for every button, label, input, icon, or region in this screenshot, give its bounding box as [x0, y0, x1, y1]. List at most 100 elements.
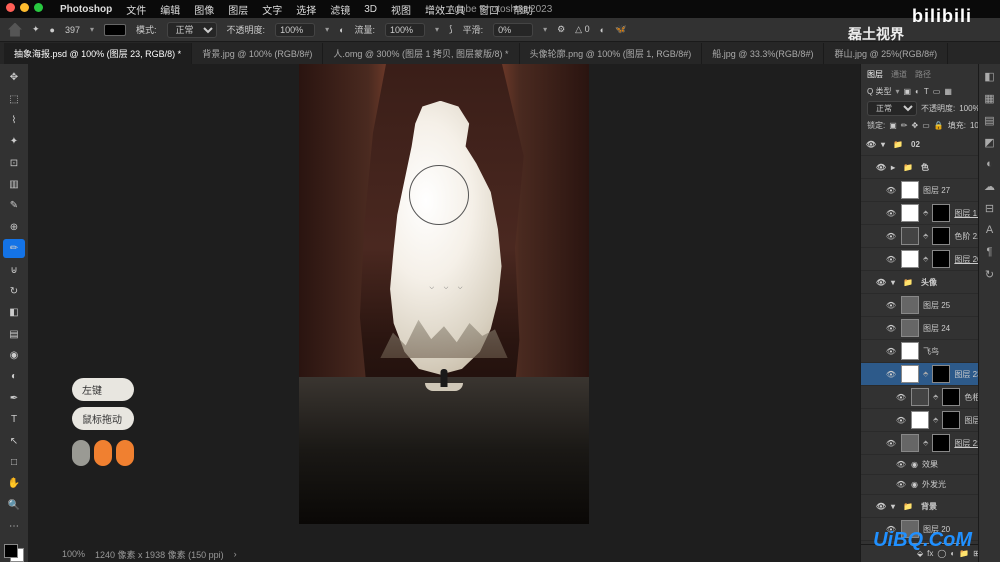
- layer-name[interactable]: 图层 24: [923, 323, 950, 334]
- menu-image[interactable]: 图像: [194, 2, 214, 17]
- layer-thumb[interactable]: [901, 250, 919, 268]
- visibility-toggle[interactable]: 👁: [865, 140, 877, 149]
- link-icon[interactable]: ⬘: [933, 393, 938, 401]
- tab-channels[interactable]: 通道: [891, 69, 907, 80]
- layer-thumb[interactable]: [901, 342, 919, 360]
- link-icon[interactable]: ⬘: [933, 416, 938, 424]
- menu-layer[interactable]: 图层: [228, 2, 248, 17]
- menu-select[interactable]: 选择: [296, 2, 316, 17]
- chevron-down-icon[interactable]: ▾: [543, 25, 547, 34]
- shape-tool[interactable]: □: [3, 453, 25, 472]
- visibility-toggle[interactable]: 👁: [875, 163, 887, 172]
- history-brush-tool[interactable]: ↻: [3, 282, 25, 301]
- character-panel-icon[interactable]: A: [982, 222, 998, 238]
- tab-layers[interactable]: 图层: [867, 69, 883, 80]
- visibility-toggle[interactable]: 👁: [885, 301, 897, 310]
- visibility-toggle[interactable]: 👁: [885, 324, 897, 333]
- brush-size[interactable]: 397: [65, 25, 80, 35]
- path-tool[interactable]: ↖: [3, 431, 25, 450]
- menu-3d[interactable]: 3D: [364, 4, 377, 15]
- edit-toolbar[interactable]: ⋯: [3, 517, 25, 536]
- layer-name[interactable]: 头像: [921, 277, 937, 288]
- hand-tool[interactable]: ✋: [3, 474, 25, 493]
- visibility-toggle[interactable]: 👁: [885, 439, 897, 448]
- visibility-toggle[interactable]: 👁: [885, 370, 897, 379]
- disclosure-icon[interactable]: ▾: [891, 502, 895, 511]
- gradients-panel-icon[interactable]: ▤: [982, 112, 998, 128]
- move-tool[interactable]: ✥: [3, 68, 25, 87]
- filter-adj-icon[interactable]: ◐: [915, 87, 920, 96]
- chevron-down-icon[interactable]: ▾: [90, 25, 94, 34]
- layer-thumb[interactable]: [901, 434, 919, 452]
- link-icon[interactable]: ⬘: [923, 209, 928, 217]
- properties-panel-icon[interactable]: ⊟: [982, 200, 998, 216]
- visibility-toggle[interactable]: 👁: [895, 416, 907, 425]
- airbrush-icon[interactable]: ⟆: [449, 24, 453, 35]
- mask-thumb[interactable]: [942, 411, 960, 429]
- mode-select[interactable]: 正常: [167, 22, 217, 38]
- disclosure-icon[interactable]: ▸: [891, 163, 895, 172]
- home-icon[interactable]: [8, 23, 22, 37]
- link-icon[interactable]: ⬘: [923, 370, 928, 378]
- fg-color[interactable]: [4, 544, 18, 558]
- symmetry-icon[interactable]: 🦋: [615, 24, 626, 35]
- frame-tool[interactable]: ▥: [3, 175, 25, 194]
- mask-thumb[interactable]: [932, 204, 950, 222]
- blur-tool[interactable]: ◉: [3, 346, 25, 365]
- layer-name[interactable]: 图层 27: [923, 185, 950, 196]
- window-controls[interactable]: [6, 3, 43, 12]
- opacity-value[interactable]: 100%: [959, 104, 979, 113]
- chevron-right-icon[interactable]: ›: [234, 549, 237, 559]
- type-tool[interactable]: T: [3, 410, 25, 429]
- filter-image-icon[interactable]: ▣: [903, 87, 911, 96]
- lock-paint-icon[interactable]: ✏: [901, 121, 908, 130]
- stamp-tool[interactable]: ⊎: [3, 260, 25, 279]
- dodge-tool[interactable]: ◐: [3, 367, 25, 386]
- pressure-opacity-icon[interactable]: ◐: [339, 25, 344, 35]
- menu-type[interactable]: 文字: [262, 2, 282, 17]
- layer-name[interactable]: 图层 25: [923, 300, 950, 311]
- mask-thumb[interactable]: [932, 227, 950, 245]
- layer-thumb[interactable]: [901, 204, 919, 222]
- paragraph-panel-icon[interactable]: ¶: [982, 244, 998, 260]
- mask-thumb[interactable]: [932, 365, 950, 383]
- layer-thumb[interactable]: [901, 227, 919, 245]
- mask-thumb[interactable]: [932, 250, 950, 268]
- smooth-input[interactable]: [493, 23, 533, 37]
- minimize-dot[interactable]: [20, 3, 29, 12]
- menu-file[interactable]: 文件: [126, 2, 146, 17]
- layer-thumb[interactable]: [901, 365, 919, 383]
- layer-name[interactable]: 背景: [921, 501, 937, 512]
- tab-3[interactable]: 头像轮廓.png @ 100% (图层 1, RGB/8#): [520, 43, 703, 64]
- flow-input[interactable]: [385, 23, 425, 37]
- tab-0[interactable]: 抽象海报.psd @ 100% (图层 23, RGB/8) *: [4, 43, 192, 64]
- brush-panel-icon[interactable]: [104, 24, 126, 36]
- brush-preview[interactable]: ●: [50, 25, 55, 35]
- maximize-dot[interactable]: [34, 3, 43, 12]
- eraser-tool[interactable]: ◧: [3, 303, 25, 322]
- menu-view[interactable]: 视图: [391, 2, 411, 17]
- menu-edit[interactable]: 编辑: [160, 2, 180, 17]
- adjustments-panel-icon[interactable]: ◐: [982, 156, 998, 172]
- chevron-down-icon[interactable]: ▾: [895, 87, 899, 96]
- filter-smart-icon[interactable]: ▦: [944, 87, 952, 96]
- disclosure-icon[interactable]: ▾: [891, 278, 895, 287]
- brush-tool[interactable]: ✏: [3, 239, 25, 258]
- layer-thumb[interactable]: [901, 319, 919, 337]
- filter-type-icon[interactable]: T: [924, 87, 929, 96]
- gradient-tool[interactable]: ▤: [3, 325, 25, 344]
- close-dot[interactable]: [6, 3, 15, 12]
- color-swatches[interactable]: [4, 544, 24, 562]
- visibility-toggle[interactable]: 👁: [895, 460, 907, 469]
- menu-filter[interactable]: 滤镜: [330, 2, 350, 17]
- tab-1[interactable]: 背景.jpg @ 100% (RGB/8#): [192, 43, 323, 64]
- lock-artboard-icon[interactable]: ▭: [922, 121, 930, 130]
- gear-icon[interactable]: ⚙: [557, 24, 565, 35]
- layer-name[interactable]: 02: [911, 140, 920, 149]
- lock-move-icon[interactable]: ✥: [912, 121, 919, 130]
- tab-2[interactable]: 人.omg @ 300% (图层 1 拷贝, 图层蒙版/8) *: [323, 43, 519, 64]
- layer-name[interactable]: 外发光: [922, 479, 946, 490]
- lock-pixels-icon[interactable]: ▣: [889, 121, 897, 130]
- angle-icon[interactable]: △ 0: [575, 24, 589, 35]
- crop-tool[interactable]: ⊡: [3, 154, 25, 173]
